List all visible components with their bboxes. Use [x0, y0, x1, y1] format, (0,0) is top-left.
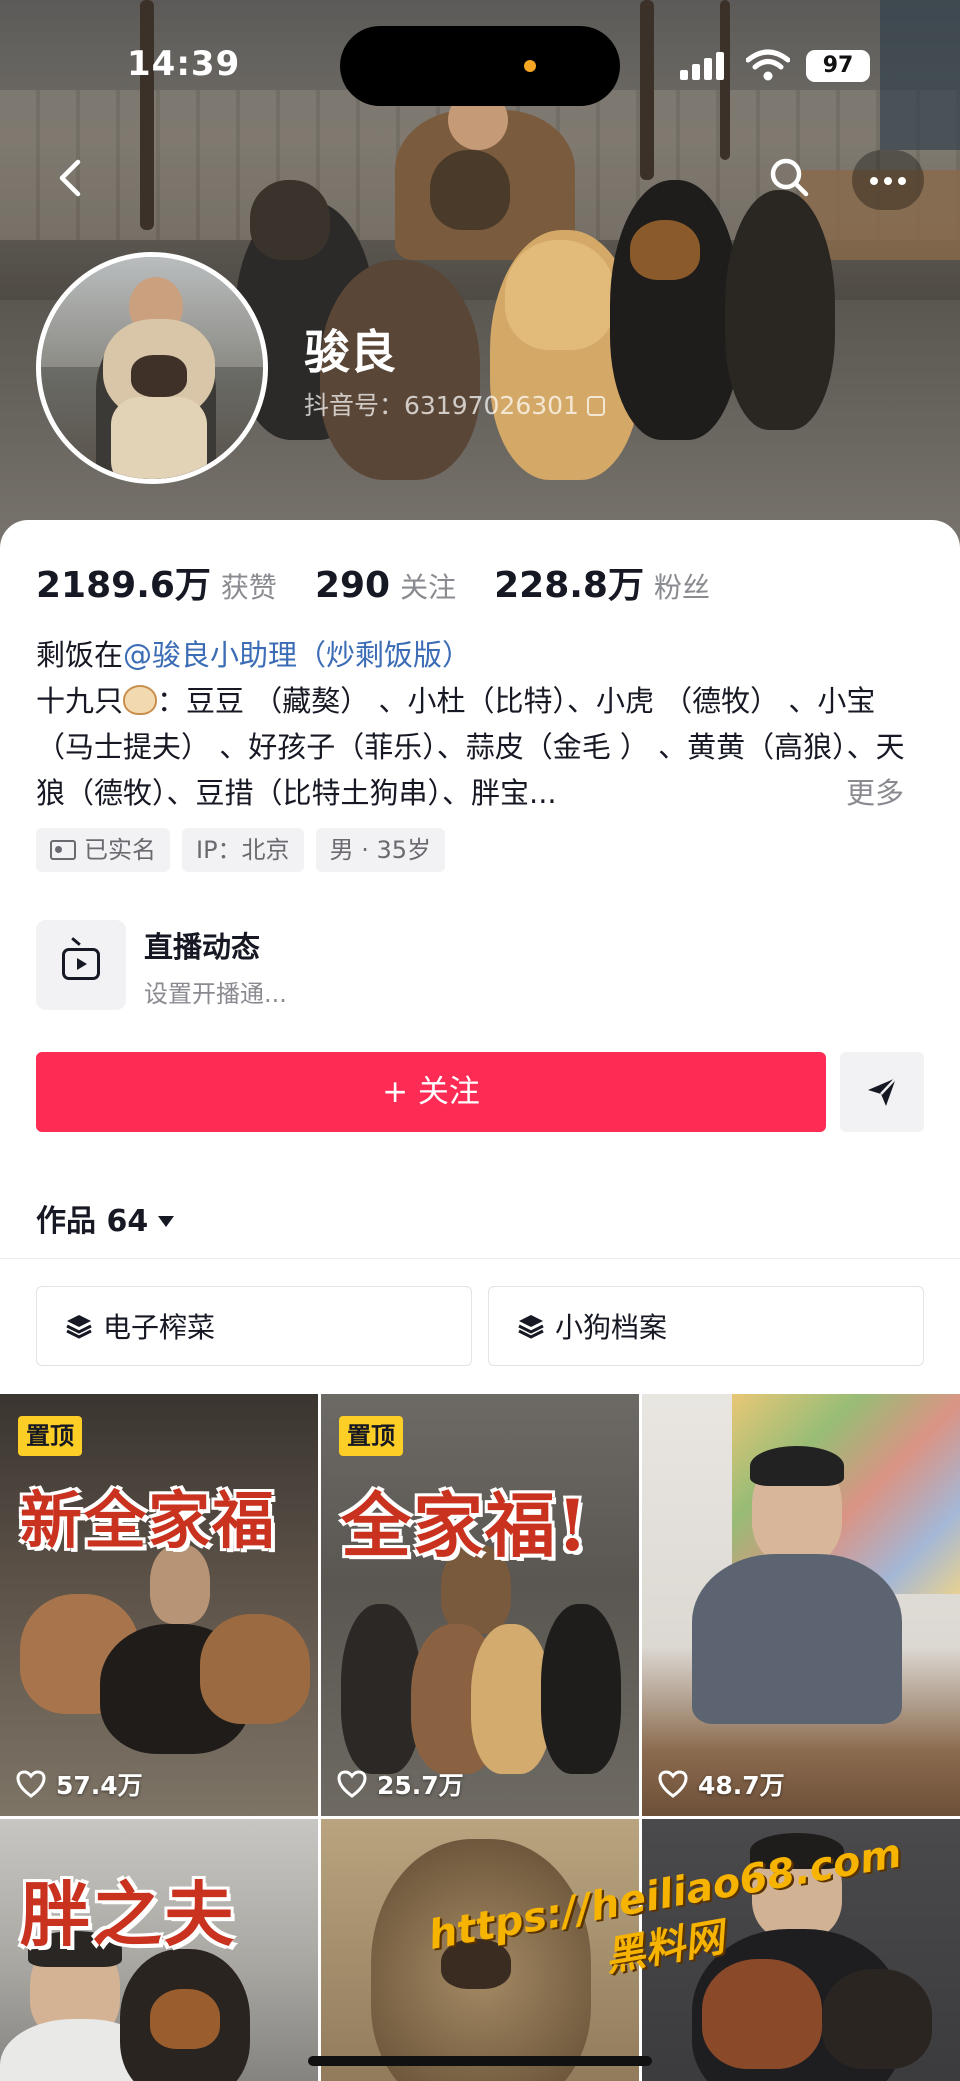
id-card-icon	[50, 840, 76, 860]
tv-icon	[62, 948, 100, 980]
bio-prefix: 剩饭在	[36, 638, 124, 672]
home-indicator	[308, 2056, 652, 2066]
search-icon[interactable]	[764, 152, 816, 204]
douyin-id-text: 抖音号：63197026301	[304, 391, 579, 420]
tag-ip: IP：北京	[182, 828, 304, 872]
live-entry[interactable]	[36, 920, 126, 1010]
likes-count: 48.7万	[698, 1771, 785, 1800]
share-button[interactable]	[840, 1052, 924, 1132]
video-overlay-title: 全家福!	[341, 1484, 590, 1567]
heart-icon	[658, 1770, 688, 1798]
chevron-down-icon	[158, 1216, 175, 1227]
wifi-icon	[745, 48, 791, 82]
bio-dogs-list: ：豆豆 （藏獒） 、小杜（比特）、小虎 （德牧） 、小宝（马士提夫） 、好孩子（…	[36, 684, 905, 810]
stat-likes: 2189.6万 获赞	[36, 556, 277, 608]
stack-icon	[66, 1315, 92, 1339]
douyin-id[interactable]: 抖音号：63197026301	[304, 386, 605, 422]
video-thumbnail[interactable]: 置顶 新全家福 57.4万	[0, 1394, 318, 1816]
dog-head	[505, 240, 615, 350]
pinned-badge: 置顶	[18, 1416, 82, 1456]
recording-indicator	[524, 60, 536, 72]
stack-icon	[518, 1315, 544, 1339]
likes-count: 25.7万	[377, 1771, 464, 1800]
status-time: 14:39	[127, 44, 241, 84]
divider	[0, 1258, 960, 1259]
stat-value: 290	[314, 565, 391, 606]
video-overlay-title: 新全家福	[20, 1484, 277, 1557]
bio-dogs-intro: 十九只	[36, 684, 124, 718]
profile-header-background: 14:39 97 骏良 抖音号：63197026301	[0, 0, 960, 560]
window	[880, 0, 960, 150]
stat-following[interactable]: 290 关注	[315, 565, 456, 606]
stat-label: 粉丝	[653, 571, 710, 604]
bio-mention-link[interactable]: @骏良小助理（炒剩饭版）	[123, 638, 471, 672]
tag-gender-age: 男 · 35岁	[315, 828, 445, 872]
tag-label: 已实名	[84, 836, 156, 864]
stat-value: 2189.6万	[36, 565, 211, 606]
video-likes: 25.7万	[337, 1766, 464, 1802]
stat-label: 关注	[400, 571, 457, 604]
display-name: 骏良	[304, 325, 396, 379]
tree-trunk	[140, 0, 154, 230]
battery-icon: 97	[806, 50, 870, 82]
tag-verified: 已实名	[36, 828, 170, 872]
dog-head	[250, 180, 330, 260]
collection-dianzi-zhacai[interactable]: 电子榨菜	[36, 1286, 472, 1366]
video-overlay-title: 胖之夫	[20, 1873, 236, 1956]
video-likes: 57.4万	[16, 1766, 143, 1802]
stat-followers[interactable]: 228.8万 粉丝	[494, 556, 710, 608]
follow-button[interactable]: + 关注	[36, 1052, 826, 1132]
dog-puppy	[430, 150, 510, 230]
more-icon[interactable]	[852, 150, 924, 210]
tree-trunk	[720, 0, 730, 160]
video-likes: 48.7万	[658, 1766, 785, 1802]
bio-text: 十九只 ：豆豆 （藏獒） 、小杜（比特）、小虎 （德牧） 、小宝（马士提夫） 、好…	[36, 678, 926, 816]
heart-icon	[16, 1770, 46, 1798]
tree-trunk	[640, 0, 654, 180]
dog-black-tan	[610, 180, 740, 440]
collection-label: 电子榨菜	[103, 1311, 216, 1344]
profile-stats: 2189.6万 获赞 290 关注 228.8万 粉丝	[36, 556, 748, 608]
bio-more-link[interactable]: 更多	[842, 770, 905, 812]
tab-works[interactable]: 作品 64	[36, 1196, 175, 1240]
share-icon	[868, 1077, 897, 1106]
video-thumbnail[interactable]: 胖之夫	[0, 1819, 318, 2081]
profile-tags: 已实名 IP：北京 男 · 35岁	[36, 828, 457, 872]
pinned-badge: 置顶	[339, 1416, 403, 1456]
avatar[interactable]	[36, 252, 268, 484]
live-title[interactable]: 直播动态	[144, 924, 260, 966]
video-thumbnail[interactable]: 48.7万	[642, 1394, 960, 1816]
heart-icon	[337, 1770, 367, 1798]
dynamic-island	[340, 26, 620, 106]
dog-shepherd	[725, 190, 835, 430]
works-label: 作品 64	[36, 1204, 149, 1239]
dog-face	[630, 220, 700, 280]
stat-label: 获赞	[220, 571, 277, 604]
video-thumbnail[interactable]: 置顶 全家福! 25.7万	[321, 1394, 639, 1816]
dog-face-icon	[123, 685, 158, 715]
likes-count: 57.4万	[56, 1771, 143, 1800]
copy-icon[interactable]	[586, 396, 605, 416]
live-subtitle: 设置开播通...	[144, 980, 287, 1008]
collection-label: 小狗档案	[555, 1311, 668, 1344]
back-icon[interactable]	[44, 150, 100, 206]
signal-icon	[680, 52, 728, 80]
bio-line: 剩饭在@骏良小助理（炒剩饭版）	[36, 632, 471, 674]
collection-dog-archive[interactable]: 小狗档案	[488, 1286, 924, 1366]
stat-value: 228.8万	[494, 565, 644, 606]
tag-label: 男 · 35岁	[329, 836, 431, 864]
tag-label: IP：北京	[196, 836, 290, 864]
